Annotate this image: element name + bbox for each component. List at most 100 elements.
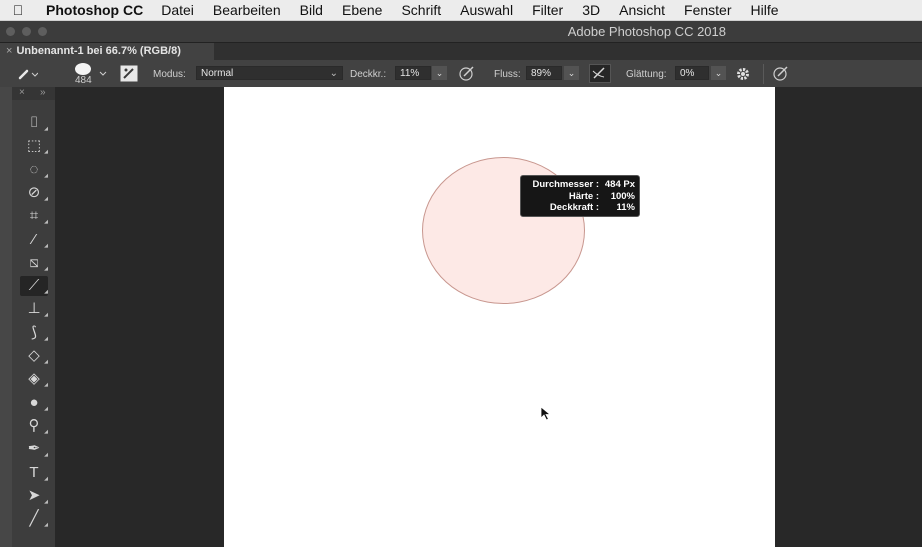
smoothing-label: Glättung: bbox=[626, 69, 667, 80]
tool-group-indicator-icon: ◢ bbox=[44, 522, 48, 529]
opacity-dropdown-icon[interactable]: ⌄ bbox=[432, 66, 447, 80]
tool-group-indicator-icon: ◢ bbox=[44, 219, 48, 226]
brush-preset-icon[interactable] bbox=[18, 66, 38, 80]
tools-panel-expand-icon[interactable]: » bbox=[40, 87, 46, 99]
crop-artboard-tool-icon: ⌷ bbox=[29, 114, 39, 131]
document-tab-label: Unbenannt-1 bei 66.7% (RGB/8) bbox=[16, 45, 181, 57]
vertical-ruler bbox=[0, 87, 12, 547]
tooltip-opacity-row: Deckkraft : 11% bbox=[521, 202, 639, 214]
smoothing-dropdown-icon[interactable]: ⌄ bbox=[711, 66, 726, 80]
brush-tool-button[interactable]: ⟋ ◢ bbox=[20, 276, 48, 297]
tool-group-indicator-icon: ◢ bbox=[44, 312, 48, 319]
history-brush-tool-button[interactable]: ⟆ ◢ bbox=[20, 323, 48, 343]
tool-group-indicator-icon: ◢ bbox=[44, 405, 48, 412]
window-title-bar: Adobe Photoshop CC 2018 bbox=[0, 21, 922, 43]
tooltip-diameter-value: 484 Px bbox=[604, 179, 635, 190]
menu-3d[interactable]: 3D bbox=[582, 2, 600, 18]
tooltip-opacity-label: Deckkraft : bbox=[549, 202, 599, 213]
menu-ebene[interactable]: Ebene bbox=[342, 2, 382, 18]
brush-settings-panel-icon[interactable] bbox=[120, 65, 138, 82]
healing-brush-tool-button[interactable]: ⧅ ◢ bbox=[20, 253, 48, 273]
airbrush-icon[interactable] bbox=[589, 64, 611, 83]
flow-input[interactable]: 89% bbox=[526, 66, 562, 80]
document-canvas[interactable] bbox=[224, 87, 775, 547]
tool-group-indicator-icon: ◢ bbox=[44, 335, 48, 342]
options-bar: 484 Modus: Normal ⌄ Deckkr.: 11% ⌄ Fluss… bbox=[0, 60, 922, 88]
lasso-tool-button[interactable]: ◌ ◢ bbox=[20, 160, 48, 180]
tool-group-indicator-icon: ◢ bbox=[44, 452, 48, 459]
tooltip-hardness-row: Härte : 100% bbox=[521, 191, 639, 203]
tool-group-indicator-icon: ◢ bbox=[44, 382, 48, 389]
path-selection-tool-icon: ➤ bbox=[27, 486, 41, 504]
smoothing-options-gear-icon[interactable] bbox=[735, 66, 751, 82]
tooltip-diameter-label: Durchmesser : bbox=[532, 179, 599, 190]
quick-select-tool-icon: ⊘ bbox=[27, 183, 41, 201]
menu-bild[interactable]: Bild bbox=[300, 2, 323, 18]
tooltip-diameter-row: Durchmesser : 484 Px bbox=[521, 179, 639, 191]
paint-bucket-tool-icon: ◈ bbox=[28, 370, 40, 388]
tab-close-icon[interactable]: × bbox=[6, 45, 12, 57]
quick-select-tool-button[interactable]: ⊘ ◢ bbox=[20, 183, 48, 203]
menu-bar:  Photoshop CC Datei Bearbeiten Bild Ebe… bbox=[0, 0, 922, 21]
crop-artboard-tool-button[interactable]: ⌷ ◢ bbox=[20, 113, 48, 133]
menu-fenster[interactable]: Fenster bbox=[684, 2, 731, 18]
eraser-tool-button[interactable]: ◇ ◢ bbox=[20, 346, 48, 366]
tooltip-opacity-value: 11% bbox=[616, 202, 636, 213]
modus-chevron-icon: ⌄ bbox=[329, 68, 338, 79]
pressure-opacity-icon[interactable] bbox=[458, 65, 476, 82]
modus-label: Modus: bbox=[153, 69, 186, 80]
blur-tool-button[interactable]: ● ◢ bbox=[20, 393, 48, 413]
menu-hilfe[interactable]: Hilfe bbox=[751, 2, 779, 18]
pressure-size-icon[interactable] bbox=[772, 65, 790, 82]
flow-label: Fluss: bbox=[494, 69, 521, 80]
menu-bearbeiten[interactable]: Bearbeiten bbox=[213, 2, 281, 18]
pen-tool-button[interactable]: ✒ ◢ bbox=[20, 439, 48, 459]
smoothing-input[interactable]: 0% bbox=[675, 66, 709, 80]
window-title: Adobe Photoshop CC 2018 bbox=[567, 24, 726, 39]
flow-dropdown-icon[interactable]: ⌄ bbox=[564, 66, 579, 80]
menu-schrift[interactable]: Schrift bbox=[401, 2, 441, 18]
menu-filter[interactable]: Filter bbox=[532, 2, 563, 18]
tool-group-indicator-icon: ◢ bbox=[44, 172, 48, 179]
apple-menu-icon[interactable]:  bbox=[0, 2, 36, 18]
history-brush-tool-icon: ⟆ bbox=[31, 323, 37, 341]
eraser-tool-icon: ◇ bbox=[28, 347, 40, 364]
modus-select[interactable]: Normal ⌄ bbox=[196, 66, 343, 80]
menu-app-name[interactable]: Photoshop CC bbox=[46, 2, 143, 18]
healing-brush-tool-icon: ⧅ bbox=[29, 253, 39, 271]
crop-tool-button[interactable]: ⌗ ◢ bbox=[20, 206, 48, 226]
pen-tool-icon: ✒ bbox=[27, 440, 41, 458]
tool-group-indicator-icon: ◢ bbox=[44, 149, 48, 156]
clone-stamp-tool-icon: ⊥ bbox=[27, 300, 41, 318]
tool-group-indicator-icon: ◢ bbox=[44, 475, 48, 482]
marquee-tool-button[interactable]: ⬚ ◢ bbox=[20, 136, 48, 156]
document-tab-strip: × Unbenannt-1 bei 66.7% (RGB/8) bbox=[0, 43, 922, 60]
tool-group-indicator-icon: ◢ bbox=[44, 359, 48, 365]
line-tool-icon: ╱ bbox=[29, 510, 39, 528]
tools-panel-close-icon[interactable]: × bbox=[19, 87, 25, 99]
document-tab[interactable]: × Unbenannt-1 bei 66.7% (RGB/8) bbox=[0, 43, 214, 60]
opacity-label: Deckkr.: bbox=[350, 69, 387, 80]
dodge-tool-icon: ⚲ bbox=[28, 416, 40, 434]
brush-tool-icon: ⟋ bbox=[28, 277, 40, 295]
options-separator bbox=[763, 64, 764, 84]
paint-bucket-tool-button[interactable]: ◈ ◢ bbox=[20, 369, 48, 389]
line-tool-button[interactable]: ╱ ◢ bbox=[20, 509, 48, 529]
eyedropper-tool-button[interactable]: ⁄ ◢ bbox=[20, 230, 48, 250]
path-selection-tool-button[interactable]: ➤ ◢ bbox=[20, 486, 48, 506]
dodge-tool-button[interactable]: ⚲ ◢ bbox=[20, 416, 49, 436]
menu-datei[interactable]: Datei bbox=[161, 2, 194, 18]
type-tool-button[interactable]: T ◢ bbox=[20, 463, 48, 483]
brush-size-value: 484 bbox=[75, 75, 92, 86]
tooltip-hardness-label: Härte : bbox=[568, 190, 599, 202]
tool-group-indicator-icon: ◢ bbox=[44, 265, 48, 272]
marquee-tool-icon: ⬚ bbox=[26, 137, 42, 155]
tooltip-hardness-value: 100% bbox=[610, 190, 635, 202]
brush-info-tooltip: Durchmesser : 484 Px Härte : 100% Deckkr… bbox=[520, 175, 640, 217]
menu-ansicht[interactable]: Ansicht bbox=[619, 2, 665, 18]
modus-value: Normal bbox=[201, 68, 234, 79]
lasso-tool-icon: ◌ bbox=[29, 160, 39, 178]
opacity-input[interactable]: 11% bbox=[395, 66, 431, 80]
clone-stamp-tool-button[interactable]: ⊥ ◢ bbox=[20, 299, 48, 319]
menu-auswahl[interactable]: Auswahl bbox=[460, 2, 513, 18]
